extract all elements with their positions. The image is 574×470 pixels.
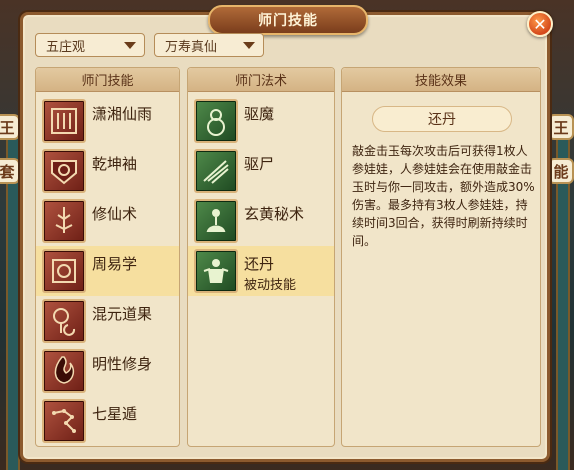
- spell-item[interactable]: 驱尸: [188, 146, 334, 196]
- spell-label: 玄黄秘术: [244, 205, 305, 223]
- spell-label: 驱尸: [244, 155, 275, 173]
- effect-name-badge: 还丹: [372, 106, 512, 132]
- spell-label: 还丹: [244, 255, 275, 273]
- skill-label: 修仙术: [92, 205, 138, 223]
- background-sign: 王: [548, 114, 574, 140]
- spells-panel-header: 师门法术: [188, 68, 334, 92]
- flame-icon: [42, 349, 86, 393]
- chevron-down-icon: [243, 42, 255, 49]
- skills-panel-header: 师门技能: [36, 68, 179, 92]
- skill-item[interactable]: 七星遁: [36, 396, 179, 446]
- spell-item-selected[interactable]: 还丹 被动技能: [188, 246, 334, 296]
- spell-item[interactable]: 驱魔: [188, 96, 334, 146]
- bagua-icon: [42, 249, 86, 293]
- skill-label: 明性修身: [92, 355, 153, 373]
- rain-icon: [42, 99, 86, 143]
- sleeve-icon: [42, 149, 86, 193]
- master-select[interactable]: 万寿真仙: [154, 33, 264, 57]
- skill-label: 混元道果: [92, 305, 153, 323]
- skill-label: 七星遁: [92, 405, 138, 423]
- skill-item[interactable]: 明性修身: [36, 346, 179, 396]
- skill-item[interactable]: 乾坤袖: [36, 146, 179, 196]
- close-button[interactable]: ✕: [527, 11, 553, 37]
- school-select[interactable]: 五庄观: [35, 33, 145, 57]
- skill-label: 周易学: [92, 255, 138, 273]
- effect-panel-header: 技能效果: [342, 68, 540, 92]
- gourd-icon: [194, 99, 238, 143]
- master-select-value: 万寿真仙: [165, 39, 218, 55]
- meditation-icon: [194, 199, 238, 243]
- spell-item[interactable]: 玄黄秘术: [188, 196, 334, 246]
- school-select-value: 五庄观: [46, 39, 86, 55]
- skill-label: 潇湘仙雨: [92, 105, 153, 123]
- skills-panel: 师门技能 潇湘仙雨 乾坤袖 修仙术 周易学 混元道果 明性修身 七星遁: [35, 67, 180, 447]
- background-sign: 套: [0, 158, 20, 184]
- background-sign: 能: [548, 158, 574, 184]
- skill-item[interactable]: 潇湘仙雨: [36, 96, 179, 146]
- elixir-figure-icon: [194, 249, 238, 293]
- whip-icon: [194, 149, 238, 193]
- skill-label: 乾坤袖: [92, 155, 138, 173]
- spell-sublabel: 被动技能: [244, 278, 297, 293]
- background-sign: 王: [0, 114, 20, 140]
- chevron-down-icon: [124, 42, 136, 49]
- sect-skills-window: 师门技能 ✕ 五庄观 万寿真仙 师门技能 潇湘仙雨 乾坤袖 修仙术 周易学 混元…: [20, 5, 553, 462]
- skill-item[interactable]: 修仙术: [36, 196, 179, 246]
- sword-icon: [42, 199, 86, 243]
- skill-item-selected[interactable]: 周易学: [36, 246, 179, 296]
- effect-panel: 技能效果 还丹 敲金击玉每次攻击后可获得1枚人参娃娃，人参娃娃会在使用敲金击玉时…: [341, 67, 541, 447]
- spell-label: 驱魔: [244, 105, 275, 123]
- fruit-icon: [42, 299, 86, 343]
- spells-panel: 师门法术 驱魔 驱尸 玄黄秘术 还丹 被动技能: [187, 67, 335, 447]
- effect-description: 敲金击玉每次攻击后可获得1枚人参娃娃，人参娃娃会在使用敲金击玉时与你一同攻击，额…: [352, 144, 535, 248]
- window-title: 师门技能: [208, 5, 368, 35]
- constellation-icon: [42, 399, 86, 443]
- skill-item[interactable]: 混元道果: [36, 296, 179, 346]
